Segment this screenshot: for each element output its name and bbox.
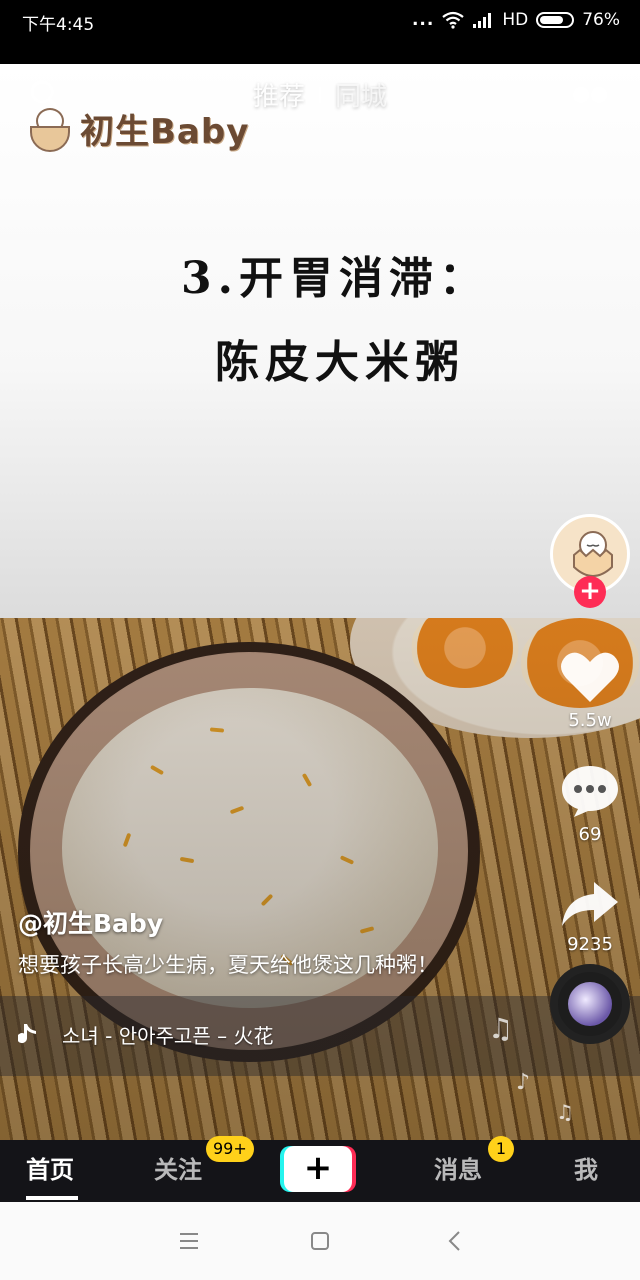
wifi-icon bbox=[442, 11, 465, 29]
signal-icon bbox=[473, 13, 492, 28]
network-type: HD bbox=[502, 10, 529, 30]
heart-icon bbox=[561, 652, 619, 702]
messages-badge: 1 bbox=[488, 1136, 514, 1162]
tab-recommend[interactable]: 推荐 bbox=[253, 76, 305, 113]
video-frame-title-card: 初生Baby 3.开胃消滞： 陈皮大米粥 bbox=[0, 64, 640, 618]
live-icon[interactable] bbox=[572, 86, 610, 104]
back-icon[interactable] bbox=[440, 1226, 470, 1256]
music-note-icon bbox=[18, 1023, 36, 1043]
nav-messages[interactable]: 消息 bbox=[434, 1150, 482, 1185]
create-button[interactable]: + bbox=[284, 1146, 352, 1192]
music-title: 소녀 - 안아주고픈 – 火花 bbox=[62, 1024, 274, 1048]
following-badge: 99+ bbox=[206, 1136, 254, 1162]
top-tabs: 推荐 同城 bbox=[0, 76, 640, 113]
tab-local[interactable]: 同城 bbox=[335, 76, 387, 113]
home-square-icon[interactable] bbox=[305, 1226, 335, 1256]
comment-count: 69 bbox=[578, 824, 602, 845]
system-nav-bar bbox=[0, 1202, 640, 1280]
egg-baby-icon bbox=[573, 531, 613, 577]
music-cover bbox=[568, 982, 612, 1026]
video-description: 想要孩子长高少生病，夏天给他煲这几种粥！ bbox=[18, 953, 438, 977]
floating-note-icon: ♫ bbox=[556, 1100, 574, 1124]
battery-fill bbox=[540, 16, 563, 24]
battery-icon bbox=[536, 12, 575, 28]
menu-icon[interactable] bbox=[174, 1226, 204, 1256]
like-count: 5.5w bbox=[568, 710, 612, 731]
video-headline-line1: 3.开胃消滞： bbox=[181, 253, 489, 304]
status-time: 下午4:45 bbox=[22, 15, 95, 35]
nav-home[interactable]: 首页 bbox=[26, 1150, 74, 1185]
tab-divider bbox=[319, 86, 321, 103]
nav-me[interactable]: 我 bbox=[574, 1150, 598, 1185]
video-headline-line2: 陈皮大米粥 bbox=[215, 337, 465, 388]
battery-percent: 76% bbox=[582, 10, 620, 30]
comment-icon bbox=[562, 766, 618, 817]
nav-active-indicator bbox=[26, 1196, 78, 1200]
share-count: 9235 bbox=[567, 934, 613, 955]
author-name[interactable]: @初生Baby bbox=[18, 904, 163, 940]
share-arrow-icon bbox=[562, 882, 618, 926]
notification-dots: ... bbox=[411, 10, 435, 30]
nav-following[interactable]: 关注 bbox=[154, 1150, 202, 1185]
status-bar: 下午4:45 ... HD 76% bbox=[0, 0, 640, 64]
music-disc[interactable] bbox=[550, 964, 630, 1044]
status-icons: ... HD 76% bbox=[412, 10, 620, 30]
comment-button[interactable]: 69 bbox=[550, 764, 630, 845]
follow-button[interactable]: + bbox=[574, 576, 606, 608]
share-button[interactable]: 9235 bbox=[550, 880, 630, 955]
floating-note-icon: ♫ bbox=[488, 1012, 514, 1045]
bottom-nav: 首页 关注 99+ + 消息 1 我 bbox=[0, 1136, 640, 1202]
music-info[interactable]: 소녀 - 안아주고픈 – 火花 bbox=[18, 1020, 273, 1049]
floating-note-icon: ♪ bbox=[516, 1070, 531, 1095]
like-button[interactable]: 5.5w bbox=[550, 650, 630, 731]
